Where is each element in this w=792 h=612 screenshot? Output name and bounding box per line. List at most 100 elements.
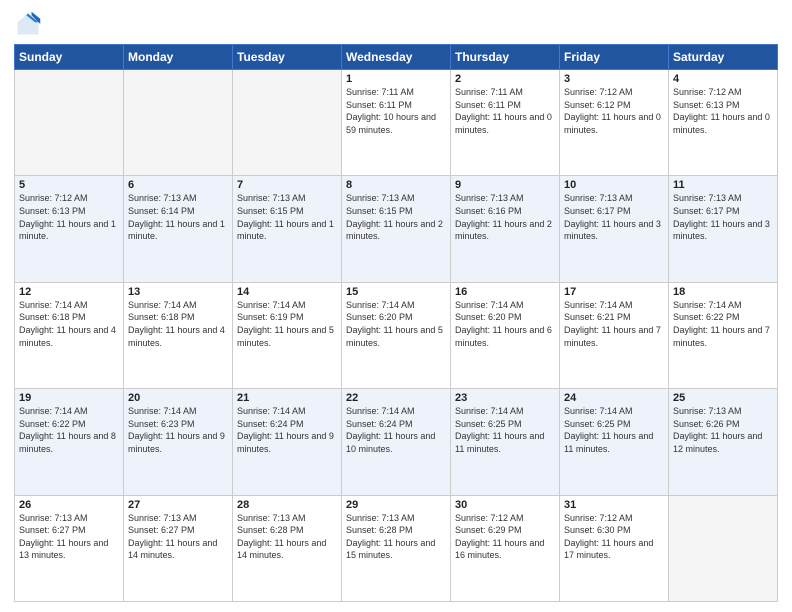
day-info: Sunrise: 7:12 AM Sunset: 6:13 PM Dayligh… bbox=[673, 86, 773, 136]
calendar-cell: 21Sunrise: 7:14 AM Sunset: 6:24 PM Dayli… bbox=[233, 389, 342, 495]
calendar-cell: 4Sunrise: 7:12 AM Sunset: 6:13 PM Daylig… bbox=[669, 70, 778, 176]
day-number: 14 bbox=[237, 286, 337, 298]
calendar-header-sunday: Sunday bbox=[15, 45, 124, 70]
calendar-table: SundayMondayTuesdayWednesdayThursdayFrid… bbox=[14, 44, 778, 602]
logo bbox=[14, 10, 46, 38]
calendar-cell: 1Sunrise: 7:11 AM Sunset: 6:11 PM Daylig… bbox=[342, 70, 451, 176]
calendar-cell: 25Sunrise: 7:13 AM Sunset: 6:26 PM Dayli… bbox=[669, 389, 778, 495]
day-info: Sunrise: 7:14 AM Sunset: 6:20 PM Dayligh… bbox=[346, 299, 446, 349]
calendar-cell bbox=[233, 70, 342, 176]
calendar-cell: 22Sunrise: 7:14 AM Sunset: 6:24 PM Dayli… bbox=[342, 389, 451, 495]
day-number: 9 bbox=[455, 179, 555, 191]
calendar-cell: 14Sunrise: 7:14 AM Sunset: 6:19 PM Dayli… bbox=[233, 282, 342, 388]
day-info: Sunrise: 7:13 AM Sunset: 6:26 PM Dayligh… bbox=[673, 405, 773, 455]
day-number: 1 bbox=[346, 73, 446, 85]
day-number: 29 bbox=[346, 499, 446, 511]
day-info: Sunrise: 7:12 AM Sunset: 6:30 PM Dayligh… bbox=[564, 512, 664, 562]
day-number: 6 bbox=[128, 179, 228, 191]
calendar-header-friday: Friday bbox=[560, 45, 669, 70]
day-info: Sunrise: 7:14 AM Sunset: 6:21 PM Dayligh… bbox=[564, 299, 664, 349]
day-number: 12 bbox=[19, 286, 119, 298]
day-number: 27 bbox=[128, 499, 228, 511]
day-number: 22 bbox=[346, 392, 446, 404]
logo-icon bbox=[14, 10, 42, 38]
day-number: 17 bbox=[564, 286, 664, 298]
day-number: 26 bbox=[19, 499, 119, 511]
day-info: Sunrise: 7:14 AM Sunset: 6:18 PM Dayligh… bbox=[128, 299, 228, 349]
calendar-cell: 24Sunrise: 7:14 AM Sunset: 6:25 PM Dayli… bbox=[560, 389, 669, 495]
calendar-week-4: 19Sunrise: 7:14 AM Sunset: 6:22 PM Dayli… bbox=[15, 389, 778, 495]
day-info: Sunrise: 7:13 AM Sunset: 6:16 PM Dayligh… bbox=[455, 192, 555, 242]
calendar-header-row: SundayMondayTuesdayWednesdayThursdayFrid… bbox=[15, 45, 778, 70]
day-number: 16 bbox=[455, 286, 555, 298]
day-info: Sunrise: 7:14 AM Sunset: 6:23 PM Dayligh… bbox=[128, 405, 228, 455]
day-number: 7 bbox=[237, 179, 337, 191]
calendar-cell: 7Sunrise: 7:13 AM Sunset: 6:15 PM Daylig… bbox=[233, 176, 342, 282]
day-number: 25 bbox=[673, 392, 773, 404]
calendar-header-monday: Monday bbox=[124, 45, 233, 70]
calendar-header-thursday: Thursday bbox=[451, 45, 560, 70]
day-number: 21 bbox=[237, 392, 337, 404]
day-number: 18 bbox=[673, 286, 773, 298]
day-number: 19 bbox=[19, 392, 119, 404]
day-info: Sunrise: 7:13 AM Sunset: 6:17 PM Dayligh… bbox=[673, 192, 773, 242]
calendar-header-wednesday: Wednesday bbox=[342, 45, 451, 70]
calendar-week-3: 12Sunrise: 7:14 AM Sunset: 6:18 PM Dayli… bbox=[15, 282, 778, 388]
day-info: Sunrise: 7:14 AM Sunset: 6:24 PM Dayligh… bbox=[346, 405, 446, 455]
calendar-cell: 8Sunrise: 7:13 AM Sunset: 6:15 PM Daylig… bbox=[342, 176, 451, 282]
day-info: Sunrise: 7:14 AM Sunset: 6:19 PM Dayligh… bbox=[237, 299, 337, 349]
calendar-cell bbox=[15, 70, 124, 176]
day-info: Sunrise: 7:13 AM Sunset: 6:14 PM Dayligh… bbox=[128, 192, 228, 242]
calendar-cell: 28Sunrise: 7:13 AM Sunset: 6:28 PM Dayli… bbox=[233, 495, 342, 601]
calendar-cell: 16Sunrise: 7:14 AM Sunset: 6:20 PM Dayli… bbox=[451, 282, 560, 388]
day-info: Sunrise: 7:11 AM Sunset: 6:11 PM Dayligh… bbox=[346, 86, 446, 136]
day-info: Sunrise: 7:14 AM Sunset: 6:18 PM Dayligh… bbox=[19, 299, 119, 349]
day-number: 20 bbox=[128, 392, 228, 404]
calendar-cell: 27Sunrise: 7:13 AM Sunset: 6:27 PM Dayli… bbox=[124, 495, 233, 601]
day-number: 11 bbox=[673, 179, 773, 191]
calendar-cell: 11Sunrise: 7:13 AM Sunset: 6:17 PM Dayli… bbox=[669, 176, 778, 282]
calendar-cell bbox=[124, 70, 233, 176]
calendar-cell: 10Sunrise: 7:13 AM Sunset: 6:17 PM Dayli… bbox=[560, 176, 669, 282]
day-info: Sunrise: 7:13 AM Sunset: 6:28 PM Dayligh… bbox=[346, 512, 446, 562]
day-number: 3 bbox=[564, 73, 664, 85]
calendar-cell: 6Sunrise: 7:13 AM Sunset: 6:14 PM Daylig… bbox=[124, 176, 233, 282]
calendar-week-5: 26 Sunrise: 7:13 AM Sunset: 6:27 PM Dayli… bbox=[15, 495, 778, 601]
calendar-cell: 12Sunrise: 7:14 AM Sunset: 6:18 PM Dayli… bbox=[15, 282, 124, 388]
calendar-cell: 18Sunrise: 7:14 AM Sunset: 6:22 PM Dayli… bbox=[669, 282, 778, 388]
calendar-cell: 15Sunrise: 7:14 AM Sunset: 6:20 PM Dayli… bbox=[342, 282, 451, 388]
day-info: Sunrise: 7:13 AM Sunset: 6:15 PM Dayligh… bbox=[237, 192, 337, 242]
day-info: Sunrise: 7:11 AM Sunset: 6:11 PM Dayligh… bbox=[455, 86, 555, 136]
day-info: Sunrise: 7:13 AM Sunset: 6:17 PM Dayligh… bbox=[564, 192, 664, 242]
day-info: Sunrise: 7:13 AM Sunset: 6:15 PM Dayligh… bbox=[346, 192, 446, 242]
calendar-cell: 19Sunrise: 7:14 AM Sunset: 6:22 PM Dayli… bbox=[15, 389, 124, 495]
header bbox=[14, 10, 778, 38]
calendar-week-1: 1Sunrise: 7:11 AM Sunset: 6:11 PM Daylig… bbox=[15, 70, 778, 176]
day-number: 2 bbox=[455, 73, 555, 85]
calendar-cell: 5Sunrise: 7:12 AM Sunset: 6:13 PM Daylig… bbox=[15, 176, 124, 282]
day-info: Sunrise: 7:12 AM Sunset: 6:13 PM Dayligh… bbox=[19, 192, 119, 242]
day-number: 4 bbox=[673, 73, 773, 85]
calendar-cell: 13Sunrise: 7:14 AM Sunset: 6:18 PM Dayli… bbox=[124, 282, 233, 388]
day-info: Sunrise: 7:13 AM Sunset: 6:28 PM Dayligh… bbox=[237, 512, 337, 562]
day-number: 8 bbox=[346, 179, 446, 191]
day-number: 10 bbox=[564, 179, 664, 191]
day-info: Sunrise: 7:14 AM Sunset: 6:22 PM Dayligh… bbox=[673, 299, 773, 349]
day-info: Sunrise: 7:14 AM Sunset: 6:22 PM Dayligh… bbox=[19, 405, 119, 455]
day-number: 28 bbox=[237, 499, 337, 511]
day-info: Sunrise: 7:13 AM Sunset: 6:27 PM Dayligh… bbox=[128, 512, 228, 562]
day-number: 24 bbox=[564, 392, 664, 404]
day-number: 13 bbox=[128, 286, 228, 298]
day-number: 31 bbox=[564, 499, 664, 511]
day-number: 30 bbox=[455, 499, 555, 511]
day-info: Sunrise: 7:14 AM Sunset: 6:25 PM Dayligh… bbox=[455, 405, 555, 455]
day-number: 15 bbox=[346, 286, 446, 298]
calendar-cell bbox=[669, 495, 778, 601]
day-info: Sunrise: 7:14 AM Sunset: 6:20 PM Dayligh… bbox=[455, 299, 555, 349]
day-info: Sunrise: 7:14 AM Sunset: 6:24 PM Dayligh… bbox=[237, 405, 337, 455]
day-info: Sunrise: 7:12 AM Sunset: 6:12 PM Dayligh… bbox=[564, 86, 664, 136]
calendar-cell: 2Sunrise: 7:11 AM Sunset: 6:11 PM Daylig… bbox=[451, 70, 560, 176]
calendar-cell: 3Sunrise: 7:12 AM Sunset: 6:12 PM Daylig… bbox=[560, 70, 669, 176]
calendar-cell: 30Sunrise: 7:12 AM Sunset: 6:29 PM Dayli… bbox=[451, 495, 560, 601]
day-number: 23 bbox=[455, 392, 555, 404]
